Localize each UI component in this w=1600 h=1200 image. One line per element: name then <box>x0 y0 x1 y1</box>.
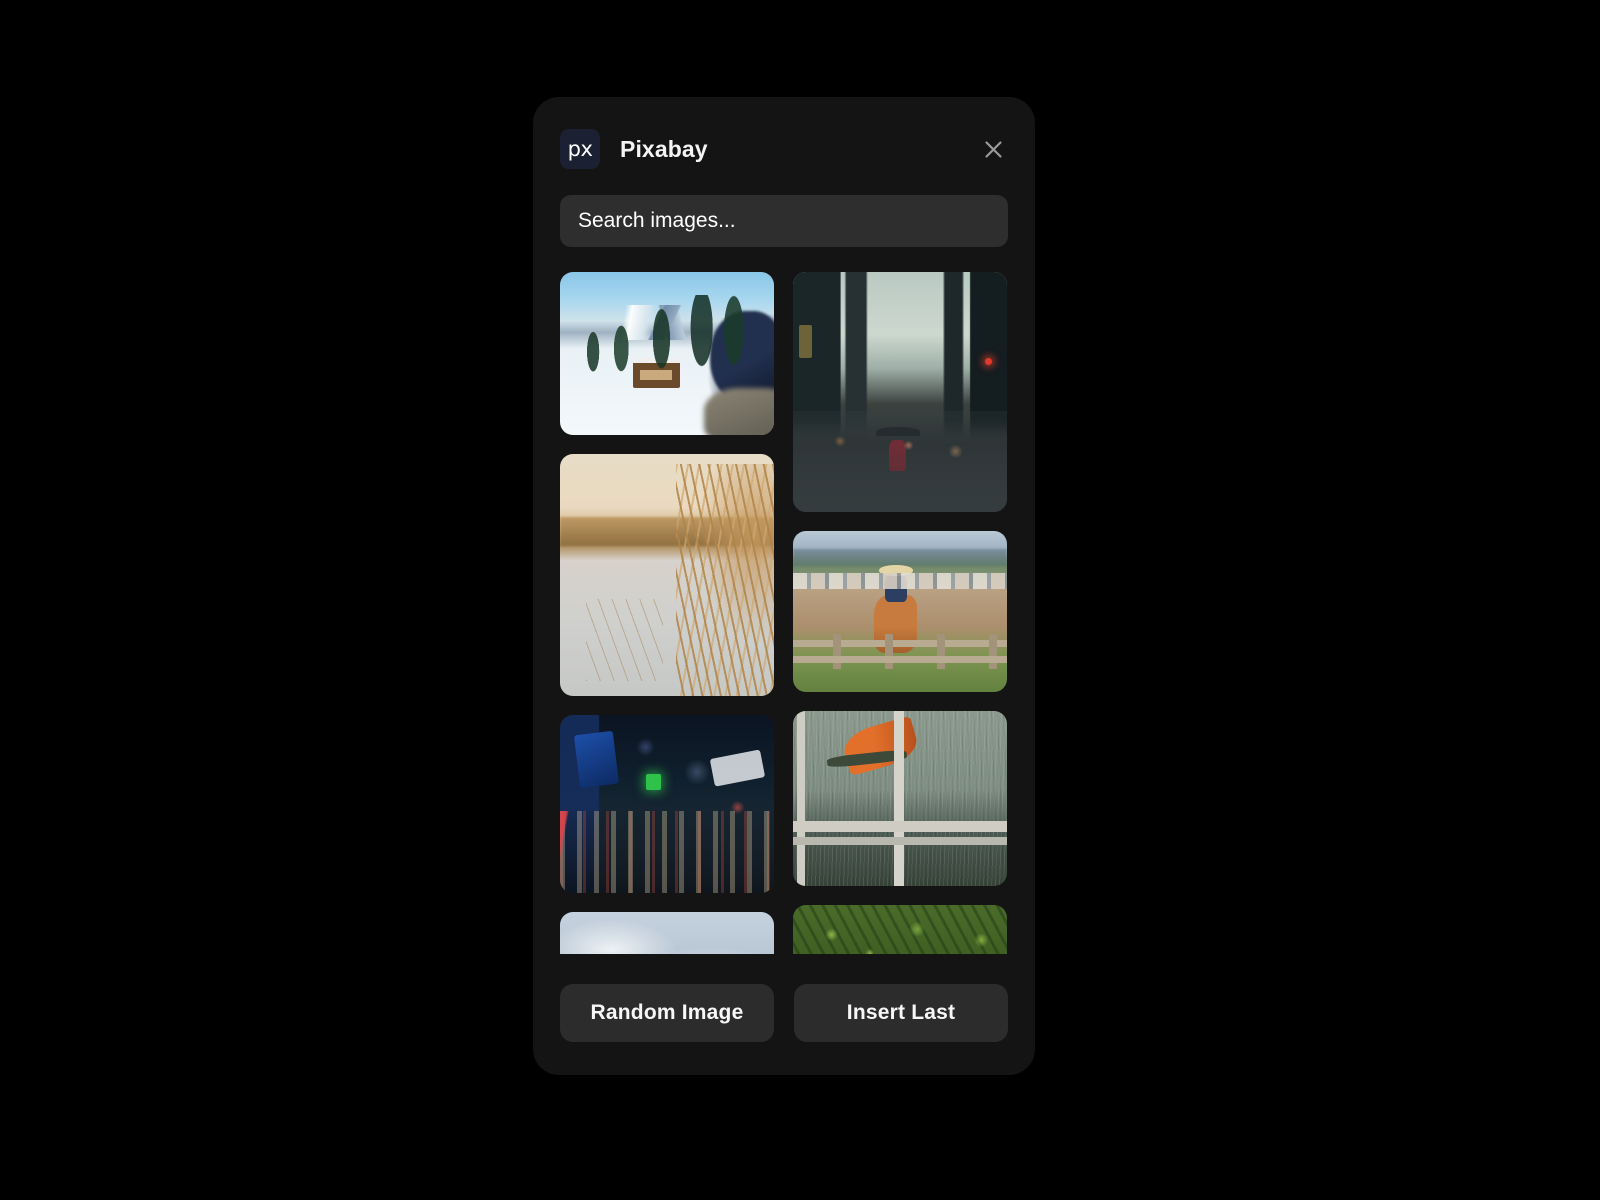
close-icon-svg <box>984 140 1002 158</box>
image-thumbnail-rodeo-horse-rider[interactable] <box>793 531 1007 692</box>
times-square-night-art <box>560 715 774 893</box>
masonry-column-1 <box>560 272 774 954</box>
screen-root: px Pixabay Search images... Random Image… <box>0 0 1600 1200</box>
modal-header: px Pixabay <box>533 97 1035 173</box>
green-billboard-shape <box>645 773 661 790</box>
reed-sprigs-shape <box>585 599 663 682</box>
window-mullion-left <box>797 711 806 886</box>
window-rail-lower <box>793 837 1007 845</box>
golden-reeds-lake-art <box>560 454 774 696</box>
image-thumbnail-times-square-night[interactable] <box>560 715 774 893</box>
fence-shape <box>793 634 1007 670</box>
search-row <box>533 173 1035 247</box>
image-thumbnail-rainy-city-street[interactable] <box>793 272 1007 512</box>
pixabay-modal: px Pixabay Search images... Random Image… <box>533 97 1035 1075</box>
pixabay-logo-glyph: px <box>567 136 593 161</box>
window-mullion-center <box>893 711 904 886</box>
pixabay-logo-icon: px <box>560 129 600 169</box>
green-foliage-red-car-art <box>793 905 1007 954</box>
white-billboard-shape <box>709 749 766 788</box>
fence-posts-shape <box>793 634 1007 670</box>
modal-footer: Random Image Insert Last <box>533 954 1035 1072</box>
masonry-columns <box>560 272 1008 954</box>
cabin-shape <box>632 358 680 388</box>
insert-last-button[interactable]: Insert Last <box>794 984 1008 1042</box>
image-results-grid[interactable] <box>560 272 1008 954</box>
traffic-light-shape <box>799 324 813 359</box>
window-rail-upper <box>793 821 1007 833</box>
search-input[interactable] <box>560 195 1008 247</box>
blue-billboard-shape <box>573 730 619 789</box>
image-thumbnail-cloudy-sky[interactable] <box>560 912 774 954</box>
snowy-mountain-cabin-art <box>560 272 774 435</box>
masonry-column-2 <box>793 272 1007 954</box>
page-title: Pixabay <box>620 135 708 162</box>
rainy-window-flower-art <box>793 711 1007 886</box>
image-thumbnail-green-foliage-red-car[interactable] <box>793 905 1007 954</box>
image-thumbnail-snowy-mountain-cabin[interactable] <box>560 272 774 435</box>
random-image-button[interactable]: Random Image <box>560 984 774 1042</box>
bird-of-paradise-shape <box>839 715 922 777</box>
umbrella-pedestrian-shape <box>875 426 921 472</box>
skier-helmet-shape <box>709 311 774 403</box>
image-thumbnail-golden-reeds-lake[interactable] <box>560 454 774 696</box>
close-icon[interactable] <box>978 134 1008 164</box>
red-signal-shape <box>985 358 993 366</box>
rodeo-horse-rider-art <box>793 531 1007 692</box>
cloudy-sky-art <box>560 912 774 954</box>
rainy-city-street-art <box>793 272 1007 512</box>
image-thumbnail-rainy-window-flower[interactable] <box>793 711 1007 886</box>
